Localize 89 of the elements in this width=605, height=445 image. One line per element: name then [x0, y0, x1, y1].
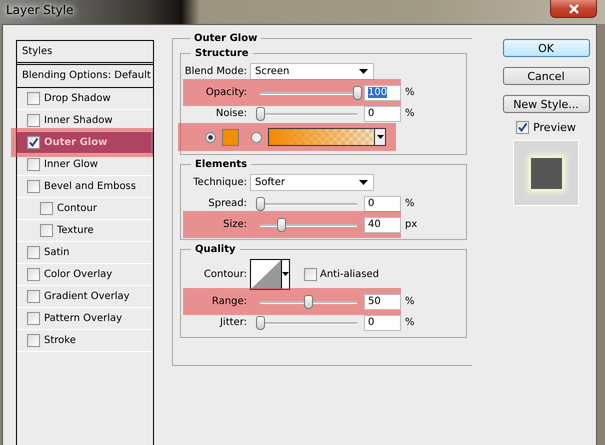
slider-thumb[interactable] [256, 106, 264, 120]
close-button[interactable] [550, 0, 597, 18]
radio-button[interactable] [205, 132, 216, 142]
item-label: Outer Glow [44, 137, 108, 148]
checkbox[interactable] [304, 268, 317, 280]
checkbox-label: Preview [533, 121, 576, 134]
item-label: Bevel and Emboss [44, 181, 136, 192]
checkbox[interactable] [27, 92, 40, 105]
dialog-button[interactable]: New Style... [502, 95, 590, 113]
checkbox[interactable] [27, 136, 40, 149]
item-label: Stroke [44, 335, 76, 346]
item-label: Contour [57, 203, 97, 214]
checkbox[interactable] [40, 202, 53, 215]
item-label: Pattern Overlay [44, 313, 122, 324]
field-label: Blend Mode: [184, 66, 248, 77]
field-label: Opacity: [204, 87, 248, 98]
glow-square-icon [530, 158, 562, 188]
input-field[interactable]: 0 [364, 314, 401, 330]
checkbox[interactable] [27, 114, 40, 127]
item-label: Satin [44, 247, 70, 258]
caret-icon [282, 272, 289, 276]
item-label: Color Overlay [44, 269, 112, 280]
slider-thumb[interactable] [304, 294, 313, 308]
caret-icon [359, 69, 368, 74]
slider-thumb[interactable] [256, 316, 264, 330]
list-item[interactable]: Inner Glow [17, 154, 153, 176]
group-title: Outer Glow [193, 33, 258, 44]
caret-icon [376, 135, 384, 139]
input-field[interactable]: 40 [364, 216, 401, 232]
item-label: Gradient Overlay [44, 291, 130, 302]
slider-thumb[interactable] [352, 86, 362, 100]
checkbox[interactable] [27, 312, 40, 325]
unit-label: % [405, 296, 415, 307]
dropdown[interactable]: Screen [250, 63, 374, 80]
unit-label: % [405, 317, 415, 328]
field-label: Noise: [214, 108, 248, 119]
caret-icon [359, 180, 368, 185]
dialog-button[interactable]: Cancel [502, 67, 590, 85]
list-item[interactable]: Stroke [17, 330, 153, 352]
checkbox[interactable] [27, 158, 40, 171]
dialog-button[interactable]: OK [502, 39, 590, 57]
group-title: Structure [194, 48, 250, 59]
unit-label: % [405, 198, 415, 209]
field-label: Technique: [192, 177, 248, 188]
checkbox-label: Anti-aliased [320, 268, 380, 280]
slider-thumb[interactable] [276, 218, 286, 232]
list-item[interactable]: Drop Shadow [17, 88, 153, 110]
input-field[interactable]: 0 [364, 106, 401, 122]
dropdown[interactable]: Softer [250, 174, 374, 191]
list-item[interactable]: Bevel and Emboss [17, 176, 153, 198]
item-label: Drop Shadow [44, 93, 111, 104]
list-item[interactable]: Blending Options: Default [17, 65, 153, 88]
list-item[interactable]: Satin [17, 242, 153, 264]
list-item[interactable]: Texture [17, 220, 153, 242]
item-label: Inner Glow [44, 159, 98, 170]
field-label: Size: [222, 219, 248, 230]
group-title: Elements [194, 159, 248, 170]
slider-thumb[interactable] [256, 196, 264, 210]
checkbox[interactable] [40, 224, 53, 237]
color-swatch[interactable] [222, 128, 239, 146]
list-item[interactable]: Pattern Overlay [17, 308, 153, 330]
unit-label: % [405, 87, 415, 98]
item-label: Inner Shadow [44, 115, 113, 126]
list-item[interactable]: Contour [17, 198, 153, 220]
input-field[interactable]: 0 [364, 196, 401, 212]
field-label: Contour: [202, 268, 248, 280]
unit-label: % [405, 108, 415, 119]
window-title: Layer Style [6, 3, 74, 17]
checkbox[interactable] [516, 121, 530, 134]
close-icon [566, 4, 580, 14]
unit-label: px [405, 219, 418, 230]
input-field[interactable]: 50 [364, 294, 401, 310]
field-label: Range: [210, 296, 248, 307]
field-label: Jitter: [218, 317, 248, 328]
radio-button[interactable] [251, 132, 262, 142]
item-label: Texture [57, 225, 94, 236]
gradient-picker[interactable] [268, 128, 386, 146]
contour-picker[interactable] [250, 258, 290, 290]
input-field[interactable]: 100 [364, 84, 401, 100]
checkbox[interactable] [27, 290, 40, 303]
checkbox[interactable] [27, 334, 40, 347]
list-item[interactable]: Color Overlay [17, 264, 153, 286]
field-label: Spread: [207, 198, 248, 209]
checkbox[interactable] [27, 246, 40, 259]
list-item[interactable]: Gradient Overlay [17, 286, 153, 308]
panel-header[interactable]: Styles [17, 41, 153, 65]
group-title: Quality [194, 244, 237, 255]
checkbox[interactable] [27, 268, 40, 281]
checkbox[interactable] [27, 180, 40, 193]
